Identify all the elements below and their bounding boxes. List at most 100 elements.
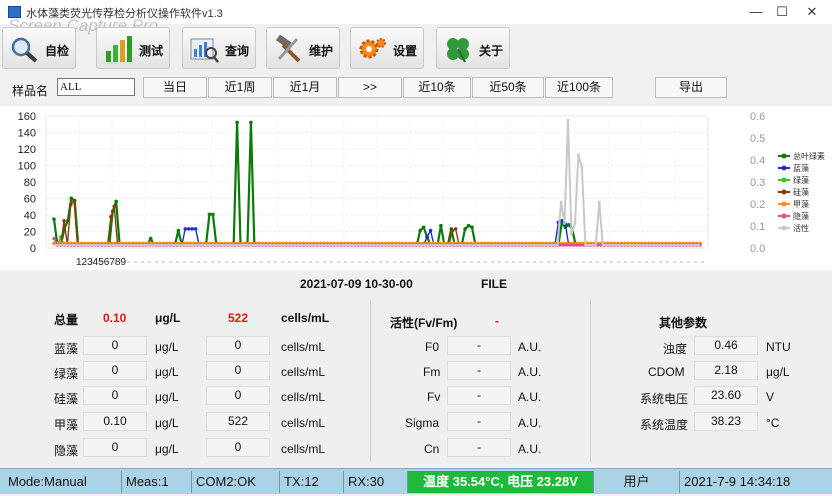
y-left-tick-label: 140 (18, 128, 36, 140)
minimize-button[interactable]: — (742, 0, 770, 24)
y-left-tick-label: 120 (18, 144, 36, 156)
y-left-tick-label: 40 (24, 210, 36, 222)
activity-title: 活性(Fv/Fm) (390, 316, 458, 330)
next-page-button[interactable]: >> (338, 77, 402, 98)
algae-unit: μg/L (155, 365, 179, 379)
algae-cells-unit: cells/mL (281, 416, 326, 430)
status-meas: Meas:1 (122, 471, 192, 493)
other-param-name: 浊度 (663, 342, 688, 356)
activity-param-unit: A.U. (518, 416, 542, 430)
about-button[interactable]: 关于 (436, 27, 510, 69)
status-user[interactable]: 用户 (594, 471, 680, 493)
algae-cells: 0 (206, 336, 270, 355)
status-com: COM2:OK (192, 471, 280, 493)
other-param-value: 23.60 (694, 386, 758, 405)
activity-value: - (495, 314, 499, 328)
legend-label: 活性 (793, 223, 809, 233)
activity-param-name: Sigma (405, 416, 440, 430)
activity-param-unit: A.U. (518, 390, 542, 404)
settings-button[interactable]: 设置 (350, 27, 424, 69)
maximize-button[interactable]: ☐ (768, 0, 796, 24)
last-week-button[interactable]: 近1周 (208, 77, 272, 98)
data-point (211, 212, 215, 217)
data-point (463, 227, 467, 231)
close-button[interactable]: ✕ (798, 0, 826, 24)
algae-unit: μg/L (155, 390, 179, 404)
status-tx: TX:12 (280, 471, 344, 493)
clover-icon (447, 38, 469, 63)
measure-label: 测试 (139, 44, 164, 58)
status-mode: Mode:Manual (4, 471, 122, 493)
data-point (578, 243, 583, 247)
y-right-tick-label: 0.2 (750, 199, 765, 211)
data-point (52, 217, 56, 221)
data-point (183, 227, 188, 231)
data-point (193, 227, 198, 231)
data-point (68, 202, 73, 207)
title-bar: 水体藻类荧光传荐检分析仪操作软件v1.3 Screen Capture Pro … (0, 0, 832, 35)
history-chart: 160 140 120 100 80 60 40 20 0 0.6 0.5 0.4 0.3 0.2 0.1 0… (0, 106, 832, 270)
algae-unit: μg/L (155, 416, 179, 430)
y-left-tick-label: 60 (24, 194, 36, 206)
last-month-button[interactable]: 近1月 (273, 77, 337, 98)
data-point (176, 228, 181, 233)
query-button[interactable]: 查询 (182, 27, 256, 69)
query-label: 查询 (225, 44, 250, 58)
divider-1 (370, 300, 371, 462)
data-point (439, 223, 443, 228)
activity-param-unit: A.U. (518, 442, 542, 456)
self-check-button[interactable]: 自检 (2, 27, 76, 69)
data-point (235, 120, 239, 125)
y-right-tick-label: 0.5 (750, 133, 765, 145)
algae-cells-unit: cells/mL (281, 365, 326, 379)
chart-svg: 160 140 120 100 80 60 40 20 0 0.6 0.5 0.4 0.3 0.2 0.1 0… (18, 111, 825, 268)
activity-param-value: - (447, 412, 511, 431)
export-button[interactable]: 导出 (655, 77, 727, 98)
algae-name: 硅藻 (54, 392, 79, 406)
legend-label: 硅藻 (793, 187, 809, 197)
algae-conc: 0.10 (83, 412, 147, 431)
data-point (186, 227, 191, 231)
timestamp: 2021-07-09 10-30-00 (300, 277, 413, 291)
data-point (573, 222, 577, 225)
activity-param-unit: A.U. (518, 365, 542, 379)
legend-marker (781, 153, 787, 159)
other-param-name: CDOM (648, 365, 685, 379)
maintain-button[interactable]: 维护 (266, 27, 340, 69)
last-100-button[interactable]: 近100条 (545, 77, 613, 98)
data-point (425, 235, 429, 239)
activity-param-name: Cn (424, 442, 440, 456)
total-cells: 522 (228, 311, 249, 325)
last-10-button[interactable]: 近10条 (403, 77, 471, 98)
legend-marker (781, 189, 787, 195)
algae-cells-unit: cells/mL (281, 442, 326, 456)
measure-button[interactable]: 测试 (96, 27, 170, 69)
data-point (568, 243, 572, 247)
query-chart-icon (190, 38, 219, 63)
data-point (72, 198, 76, 203)
other-params-title: 其他参数 (659, 316, 708, 330)
activity-param-name: Fv (427, 390, 441, 404)
today-button[interactable]: 当日 (143, 77, 207, 98)
algae-name: 绿藻 (54, 367, 79, 381)
other-param-value: 38.23 (694, 412, 758, 431)
data-point (466, 223, 471, 228)
legend-label: 隐藻 (793, 211, 809, 221)
data-point (470, 225, 474, 230)
y-right-tick-label: 0.3 (750, 177, 765, 189)
total-label: 总量 (54, 313, 79, 327)
y-right-tick-label: 0.0 (750, 243, 765, 255)
sample-name-input[interactable]: ALL (57, 78, 135, 96)
activity-param-value: - (447, 336, 511, 355)
last-50-button[interactable]: 近50条 (472, 77, 544, 98)
settings-label: 设置 (393, 44, 418, 58)
other-param-value: 2.18 (694, 361, 758, 380)
algae-cells-unit: cells/mL (281, 390, 326, 404)
bar-chart-icon (106, 36, 132, 62)
status-bar: Mode:Manual Meas:1 COM2:OK TX:12 RX:30 温… (0, 468, 832, 494)
tools-icon (275, 35, 301, 63)
algae-cells-unit: cells/mL (281, 340, 326, 354)
total-cells-unit: cells/mL (281, 311, 330, 325)
data-point (575, 243, 579, 247)
total-conc: 0.10 (103, 311, 127, 325)
